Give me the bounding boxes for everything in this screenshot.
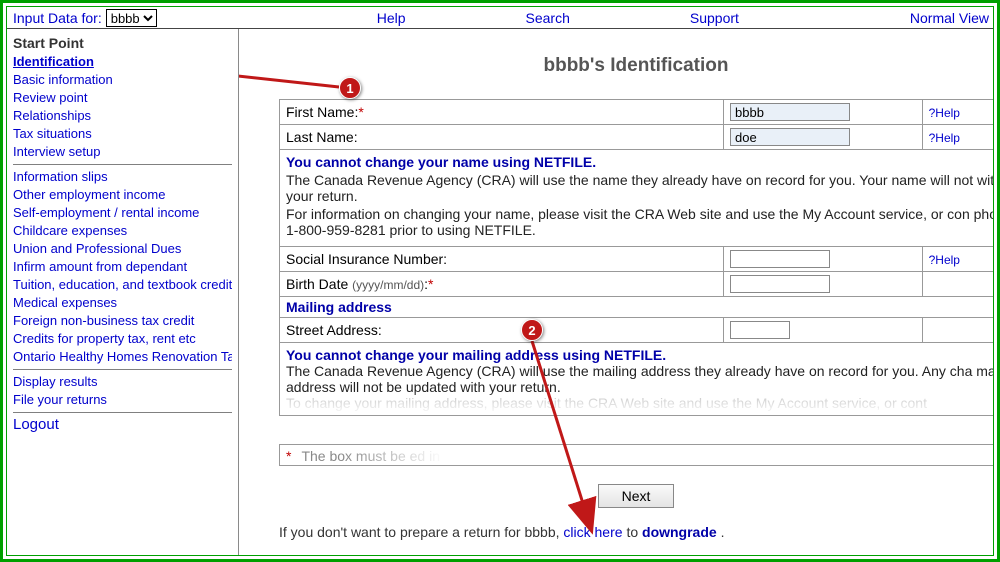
sidebar-item-foreign-tax[interactable]: Foreign non-business tax credit — [13, 312, 232, 330]
last-name-input[interactable] — [730, 128, 850, 146]
sidebar: Start Point Identification Basic informa… — [7, 29, 239, 555]
footer-click-here[interactable]: click here — [563, 524, 622, 540]
user-select[interactable]: bbbb — [106, 9, 157, 27]
street-label: Street Address: — [286, 322, 382, 338]
sidebar-item-identification[interactable]: Identification — [13, 53, 232, 71]
sidebar-item-union-dues[interactable]: Union and Professional Dues — [13, 240, 232, 258]
sin-input[interactable] — [730, 250, 830, 268]
birth-fmt: (yyyy/mm/dd) — [352, 278, 424, 292]
footer-pre: If you don't want to prepare a return fo… — [279, 524, 563, 540]
sidebar-item-display-results[interactable]: Display results — [13, 373, 232, 391]
annotation-badge-1: 1 — [339, 77, 361, 99]
sidebar-item-review-point[interactable]: Review point — [13, 89, 232, 107]
name-warn: You cannot change your name using NETFIL… — [286, 154, 993, 170]
sidebar-item-property-tax[interactable]: Credits for property tax, rent etc — [13, 330, 232, 348]
sidebar-item-interview-setup[interactable]: Interview setup — [13, 143, 232, 161]
help-last-name[interactable]: ?Help — [929, 131, 960, 145]
help-sin[interactable]: ?Help — [929, 253, 960, 267]
last-name-label: Last Name: — [286, 129, 358, 145]
mail-warning-block: You cannot change your mailing address u… — [279, 343, 993, 416]
required-note: *The box must be ed in — [279, 444, 993, 466]
sidebar-head-start: Start Point — [13, 35, 232, 51]
first-name-label: First Name: — [286, 104, 358, 120]
first-name-input[interactable] — [730, 103, 850, 121]
sidebar-item-ontario-homes[interactable]: Ontario Healthy Homes Renovation Ta — [13, 348, 232, 366]
mail-warn: You cannot change your mailing address u… — [286, 347, 993, 363]
sin-label: Social Insurance Number: — [286, 251, 447, 267]
sidebar-item-other-employment[interactable]: Other employment income — [13, 186, 232, 204]
form-table: First Name:* ?Help Last Name: ?Help — [279, 99, 993, 150]
sidebar-item-relationships[interactable]: Relationships — [13, 107, 232, 125]
footer-to: to — [626, 524, 642, 540]
sidebar-item-medical[interactable]: Medical expenses — [13, 294, 232, 312]
form-table-2: Social Insurance Number: ?Help Birth Dat… — [279, 247, 993, 297]
sidebar-item-tax-situations[interactable]: Tax situations — [13, 125, 232, 143]
sidebar-item-self-employment[interactable]: Self-employment / rental income — [13, 204, 232, 222]
topbar: Input Data for: bbbb Help Search Support… — [7, 7, 993, 29]
footer-end: . — [721, 524, 725, 540]
content: bbbb's Identification First Name:* ?Help… — [239, 29, 993, 555]
input-data-label: Input Data for: — [7, 10, 106, 26]
page-title: bbbb's Identification — [279, 55, 993, 77]
sidebar-item-info-slips[interactable]: Information slips — [13, 168, 232, 186]
sidebar-item-basic-info[interactable]: Basic information — [13, 71, 232, 89]
birth-input[interactable] — [730, 275, 830, 293]
sidebar-item-childcare[interactable]: Childcare expenses — [13, 222, 232, 240]
street-input[interactable] — [730, 321, 790, 339]
sidebar-item-infirm[interactable]: Infirm amount from dependant — [13, 258, 232, 276]
help-first-name[interactable]: ?Help — [929, 106, 960, 120]
sidebar-item-logout[interactable]: Logout — [13, 416, 232, 434]
annotation-badge-2: 2 — [521, 319, 543, 341]
nav-search[interactable]: Search — [526, 10, 570, 26]
name-msg1: The Canada Revenue Agency (CRA) will use… — [286, 172, 993, 204]
nav-support[interactable]: Support — [690, 10, 739, 26]
next-button[interactable]: Next — [598, 484, 674, 508]
footer-downgrade[interactable]: downgrade — [642, 524, 717, 540]
form-table-3: Street Address: ?Help — [279, 318, 993, 343]
sidebar-item-file-returns[interactable]: File your returns — [13, 391, 232, 409]
footer-line: If you don't want to prepare a return fo… — [279, 524, 993, 540]
nav-help[interactable]: Help — [377, 10, 406, 26]
birth-label: Birth Date — [286, 276, 348, 292]
nav-normal-view[interactable]: Normal View — [910, 10, 989, 26]
name-warning-block: You cannot change your name using NETFIL… — [279, 150, 993, 247]
name-msg2: For information on changing your name, p… — [286, 206, 993, 238]
mailing-head: Mailing address — [279, 297, 993, 318]
sidebar-item-tuition[interactable]: Tuition, education, and textbook credit — [13, 276, 232, 294]
